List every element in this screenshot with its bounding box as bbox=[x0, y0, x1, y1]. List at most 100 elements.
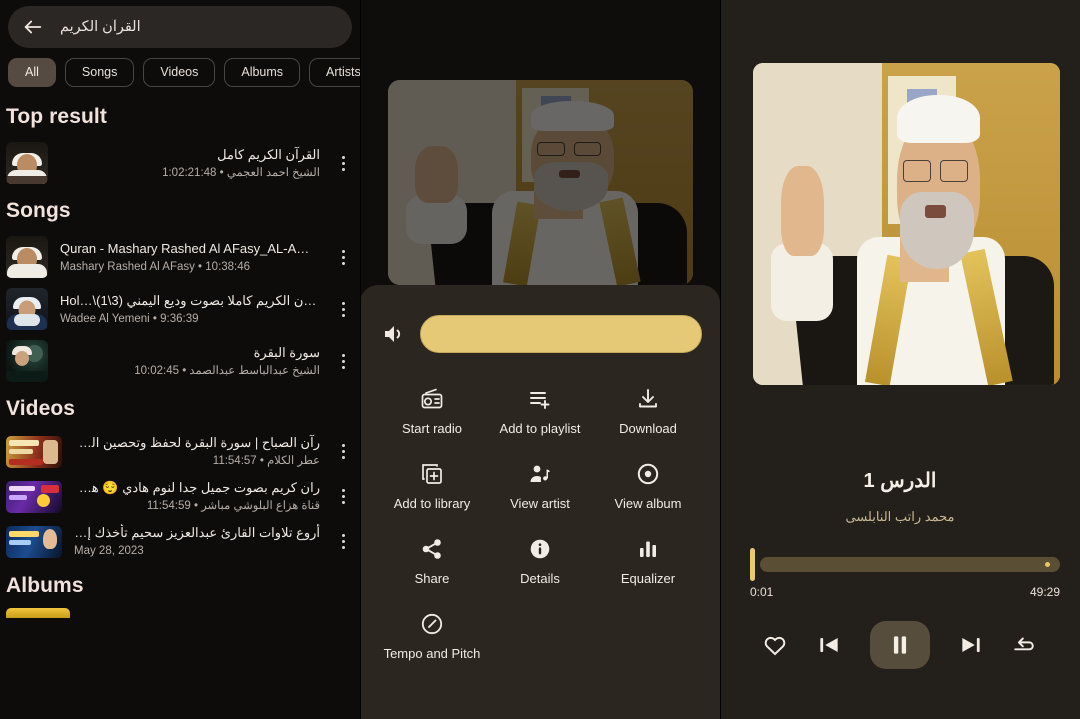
action-tempo-and-pitch[interactable]: Tempo and Pitch bbox=[378, 612, 486, 661]
video-thumbnail bbox=[6, 525, 62, 558]
action-label: Download bbox=[619, 421, 677, 436]
action-add-to-playlist[interactable]: Add to playlist bbox=[486, 387, 594, 436]
pane-divider-1 bbox=[360, 0, 361, 719]
volume-row[interactable] bbox=[382, 315, 702, 353]
action-label: Share bbox=[414, 571, 450, 586]
action-equalizer[interactable]: Equalizer bbox=[594, 537, 702, 586]
action-download[interactable]: Download bbox=[594, 387, 702, 436]
more-options-icon[interactable] bbox=[332, 243, 354, 271]
artwork-photo bbox=[753, 63, 1060, 385]
song-row[interactable]: Hol…\القرآن الكريم كاملا بصوت وديع اليمن… bbox=[0, 283, 360, 335]
now-playing-pane: الدرس 1 محمد راتب النابلسى 0:01 49:29 bbox=[720, 0, 1080, 719]
row-title: القرآن الكريم كامل bbox=[217, 146, 320, 162]
share-icon bbox=[420, 537, 444, 561]
duration-time: 49:29 bbox=[1029, 585, 1060, 599]
row-subtitle: عطر الكلام • 11:54:57 bbox=[212, 455, 320, 467]
chip-artists[interactable]: Artists bbox=[309, 58, 360, 87]
seek-bar[interactable] bbox=[750, 548, 1060, 581]
section-title-songs: Songs bbox=[6, 199, 71, 222]
more-options-icon[interactable] bbox=[332, 295, 354, 323]
pause-button[interactable] bbox=[870, 621, 930, 669]
song-thumbnail bbox=[6, 340, 48, 382]
more-options-icon[interactable] bbox=[332, 528, 354, 556]
chip-albums[interactable]: Albums bbox=[224, 58, 301, 87]
now-playing-artwork bbox=[388, 80, 693, 285]
top-result-row[interactable]: القرآن الكريم كامل الشيخ احمد العجمي • 1… bbox=[0, 137, 360, 189]
action-view-artist[interactable]: View artist bbox=[486, 462, 594, 511]
action-add-to-library[interactable]: Add to library bbox=[378, 462, 486, 511]
row-subtitle: Mashary Rashed Al AFasy • 10:38:46 bbox=[60, 260, 251, 273]
time-labels: 0:01 49:29 bbox=[750, 585, 1060, 599]
info-icon bbox=[528, 537, 552, 561]
chip-videos[interactable]: Videos bbox=[143, 58, 216, 87]
row-title: أروع تلاوات القارئ عبدالعزيز سحيم تأخذك … bbox=[74, 525, 320, 540]
video-thumbnail bbox=[6, 480, 62, 513]
action-share[interactable]: Share bbox=[378, 537, 486, 586]
repeat-arrow-icon[interactable] bbox=[1012, 632, 1038, 658]
row-subtitle: Wadee Al Yemeni • 9:36:39 bbox=[60, 312, 199, 325]
song-thumbnail bbox=[6, 236, 48, 278]
more-options-icon[interactable] bbox=[332, 149, 354, 177]
album-disc-icon bbox=[636, 462, 660, 486]
album-card[interactable] bbox=[6, 608, 70, 618]
row-subtitle: الشيخ عبدالباسط عبدالصمد • 10:02:45 bbox=[134, 364, 320, 377]
action-start-radio[interactable]: Start radio bbox=[378, 387, 486, 436]
section-title-albums: Albums bbox=[6, 574, 84, 597]
action-label: Equalizer bbox=[620, 571, 676, 586]
bottom-sheet: Start radio Add to playlist Download Add… bbox=[360, 285, 720, 719]
player-controls bbox=[720, 615, 1080, 675]
library-add-icon bbox=[420, 462, 444, 486]
video-row[interactable]: أروع تلاوات القارئ عبدالعزيز سحيم تأخذك … bbox=[0, 519, 360, 564]
artwork-photo bbox=[388, 80, 693, 285]
app-root: القرآن الكريم All Songs Videos Albums Ar… bbox=[0, 0, 1080, 719]
album-carousel[interactable] bbox=[0, 606, 360, 620]
track-options-pane: Start radio Add to playlist Download Add… bbox=[360, 0, 720, 719]
action-label: Add to playlist bbox=[499, 421, 581, 436]
seek-track[interactable] bbox=[760, 557, 1060, 572]
search-results-pane: القرآن الكريم All Songs Videos Albums Ar… bbox=[0, 0, 360, 719]
skip-next-icon[interactable] bbox=[958, 632, 984, 658]
equalizer-icon bbox=[636, 537, 660, 561]
more-options-icon[interactable] bbox=[332, 438, 354, 466]
action-details[interactable]: Details bbox=[486, 537, 594, 586]
search-bar[interactable]: القرآن الكريم bbox=[8, 6, 352, 48]
section-title-top-result: Top result bbox=[6, 105, 107, 128]
row-text: القرآن الكريم كامل الشيخ احمد العجمي • 1… bbox=[60, 146, 320, 181]
song-row[interactable]: سورة البقرة الشيخ عبدالباسط عبدالصمد • 1… bbox=[0, 335, 360, 387]
skip-previous-icon[interactable] bbox=[816, 632, 842, 658]
song-row[interactable]: Quran - Mashary Rashed Al AFasy_AL-A… Ma… bbox=[0, 231, 360, 283]
row-text: Hol…\القرآن الكريم كاملا بصوت وديع اليمن… bbox=[60, 292, 320, 327]
video-row[interactable]: ران كريم بصوت جميل جدا لنوم هادي 😌 هزاع … bbox=[0, 474, 360, 519]
row-text: سورة البقرة الشيخ عبدالباسط عبدالصمد • 1… bbox=[60, 344, 320, 379]
more-options-icon[interactable] bbox=[332, 483, 354, 511]
volume-up-icon[interactable] bbox=[382, 322, 406, 346]
action-view-album[interactable]: View album bbox=[594, 462, 702, 511]
seek-thumb[interactable] bbox=[750, 548, 755, 581]
video-row[interactable]: رآن الصباح | سورة البقرة لحفظ وتحصين الم… bbox=[0, 429, 360, 474]
search-input[interactable]: القرآن الكريم bbox=[60, 19, 141, 35]
row-title: Quran - Mashary Rashed Al AFasy_AL-A… bbox=[60, 240, 310, 256]
row-text: Quran - Mashary Rashed Al AFasy_AL-A… Ma… bbox=[60, 240, 320, 275]
seek-end-dot bbox=[1045, 562, 1050, 567]
row-text: أروع تلاوات القارئ عبدالعزيز سحيم تأخذك … bbox=[74, 524, 320, 559]
chip-all[interactable]: All bbox=[8, 58, 56, 87]
chip-songs[interactable]: Songs bbox=[64, 58, 135, 87]
pane-divider-2 bbox=[720, 0, 721, 719]
row-title: ران كريم بصوت جميل جدا لنوم هادي 😌 هزاع … bbox=[74, 480, 320, 495]
album-thumbnail bbox=[6, 142, 48, 184]
row-subtitle: قناة هزاع البلوشي مباشر • 11:54:59 bbox=[146, 500, 320, 512]
playlist-add-icon bbox=[528, 387, 552, 411]
heart-icon[interactable] bbox=[762, 632, 788, 658]
volume-slider[interactable] bbox=[420, 315, 702, 353]
download-icon bbox=[636, 387, 660, 411]
player-artwork[interactable] bbox=[753, 63, 1060, 385]
row-title: سورة البقرة bbox=[253, 344, 320, 360]
back-arrow-icon[interactable] bbox=[22, 16, 44, 38]
row-title: رآن الصباح | سورة البقرة لحفظ وتحصين الم… bbox=[74, 435, 320, 450]
action-label: Add to library bbox=[393, 496, 471, 511]
row-subtitle: May 28, 2023 bbox=[74, 545, 144, 557]
section-title-videos: Videos bbox=[6, 397, 76, 420]
row-subtitle: الشيخ احمد العجمي • 1:02:21:48 bbox=[162, 166, 320, 179]
radio-icon bbox=[420, 387, 444, 411]
more-options-icon[interactable] bbox=[332, 347, 354, 375]
